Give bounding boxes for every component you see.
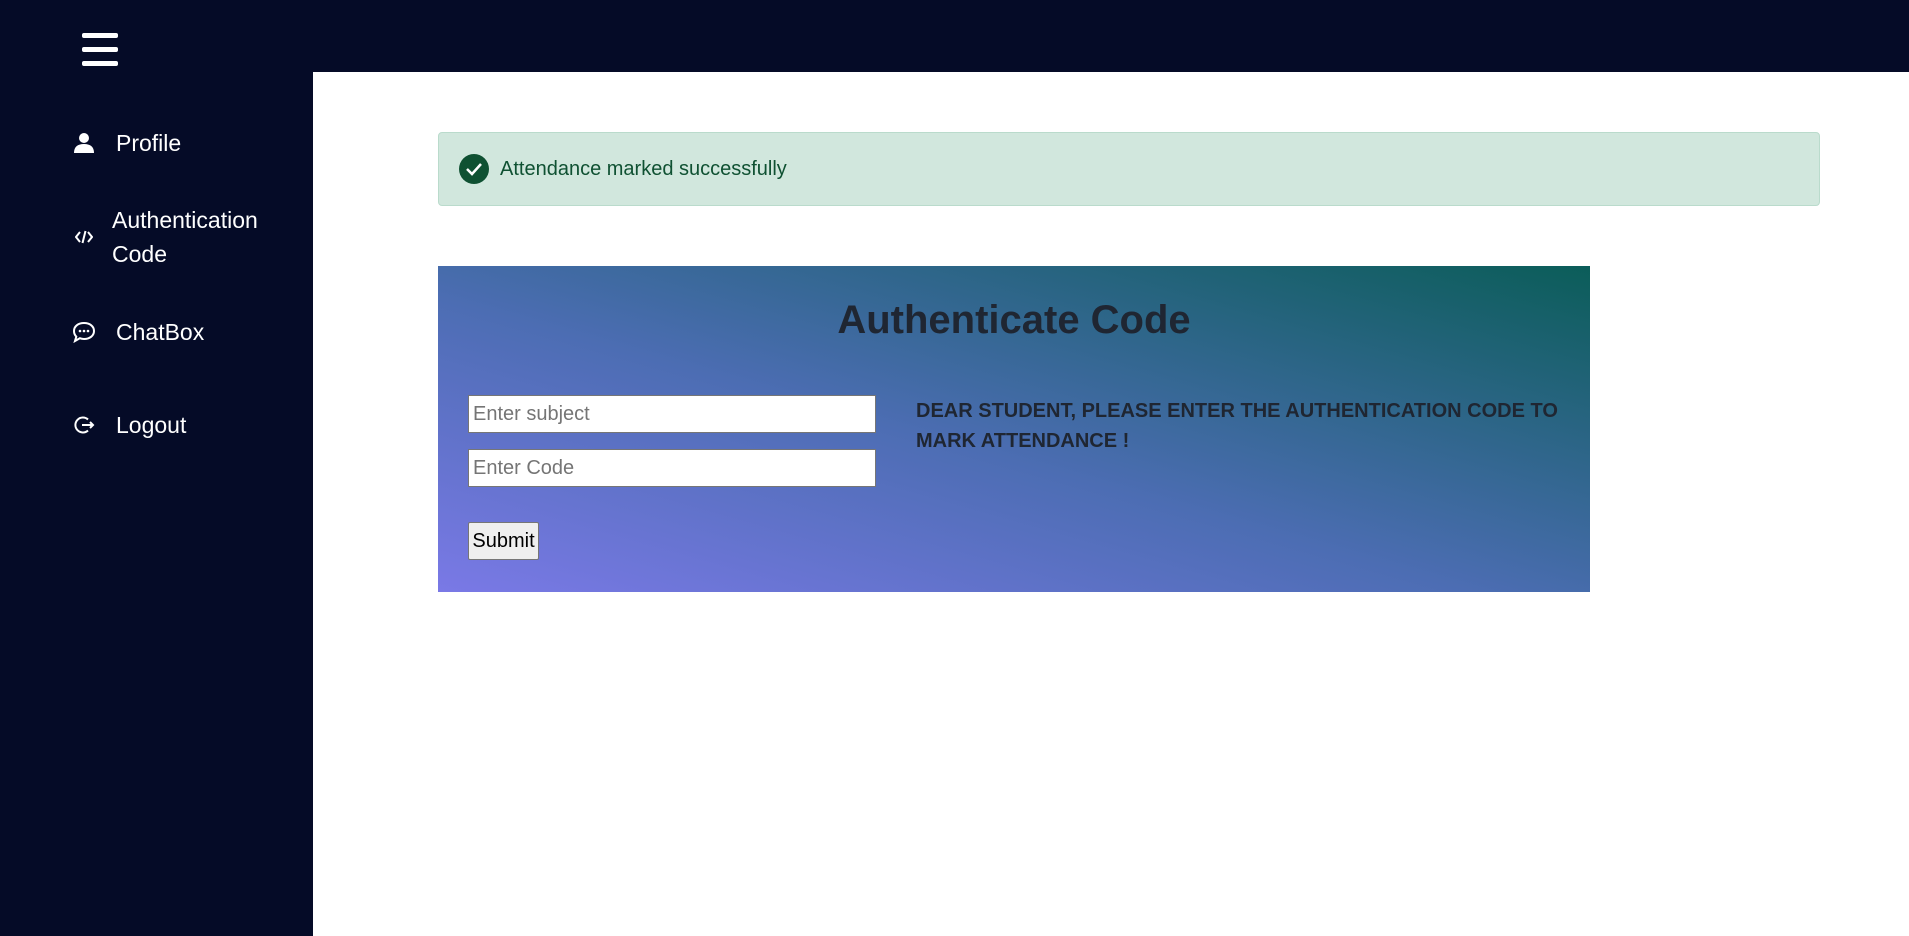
user-icon bbox=[72, 131, 96, 155]
code-icon bbox=[72, 225, 96, 249]
hamburger-icon[interactable] bbox=[82, 33, 118, 67]
sidebar-item-logout[interactable]: Logout bbox=[72, 408, 186, 442]
sidebar-item-label: Authentication Code bbox=[112, 207, 258, 267]
sidebar: Profile Authentication Code ChatBox Logo… bbox=[0, 72, 313, 936]
success-alert: Attendance marked successfully bbox=[438, 132, 1820, 206]
main-content: Attendance marked successfully Authentic… bbox=[313, 72, 1909, 936]
sidebar-item-profile[interactable]: Profile bbox=[72, 126, 181, 160]
check-circle-icon bbox=[459, 154, 489, 184]
sidebar-item-chatbox[interactable]: ChatBox bbox=[72, 315, 204, 349]
authenticate-code-card: Authenticate Code Submit DEAR STUDENT, P… bbox=[438, 266, 1590, 592]
card-title: Authenticate Code bbox=[837, 298, 1191, 342]
subject-input[interactable] bbox=[468, 395, 876, 433]
sidebar-item-label: Logout bbox=[116, 412, 187, 438]
chat-icon bbox=[72, 320, 96, 344]
logout-icon bbox=[72, 413, 96, 437]
alert-message: Attendance marked successfully bbox=[500, 157, 787, 180]
sidebar-item-label: Profile bbox=[116, 130, 182, 156]
instruction-message: DEAR STUDENT, PLEASE ENTER THE AUTHENTIC… bbox=[916, 400, 1558, 452]
code-input[interactable] bbox=[468, 449, 876, 487]
submit-button[interactable]: Submit bbox=[468, 522, 539, 560]
sidebar-item-label: ChatBox bbox=[116, 319, 205, 345]
sidebar-item-authentication-code[interactable]: Authentication Code bbox=[72, 203, 272, 271]
top-bar bbox=[0, 0, 1909, 72]
